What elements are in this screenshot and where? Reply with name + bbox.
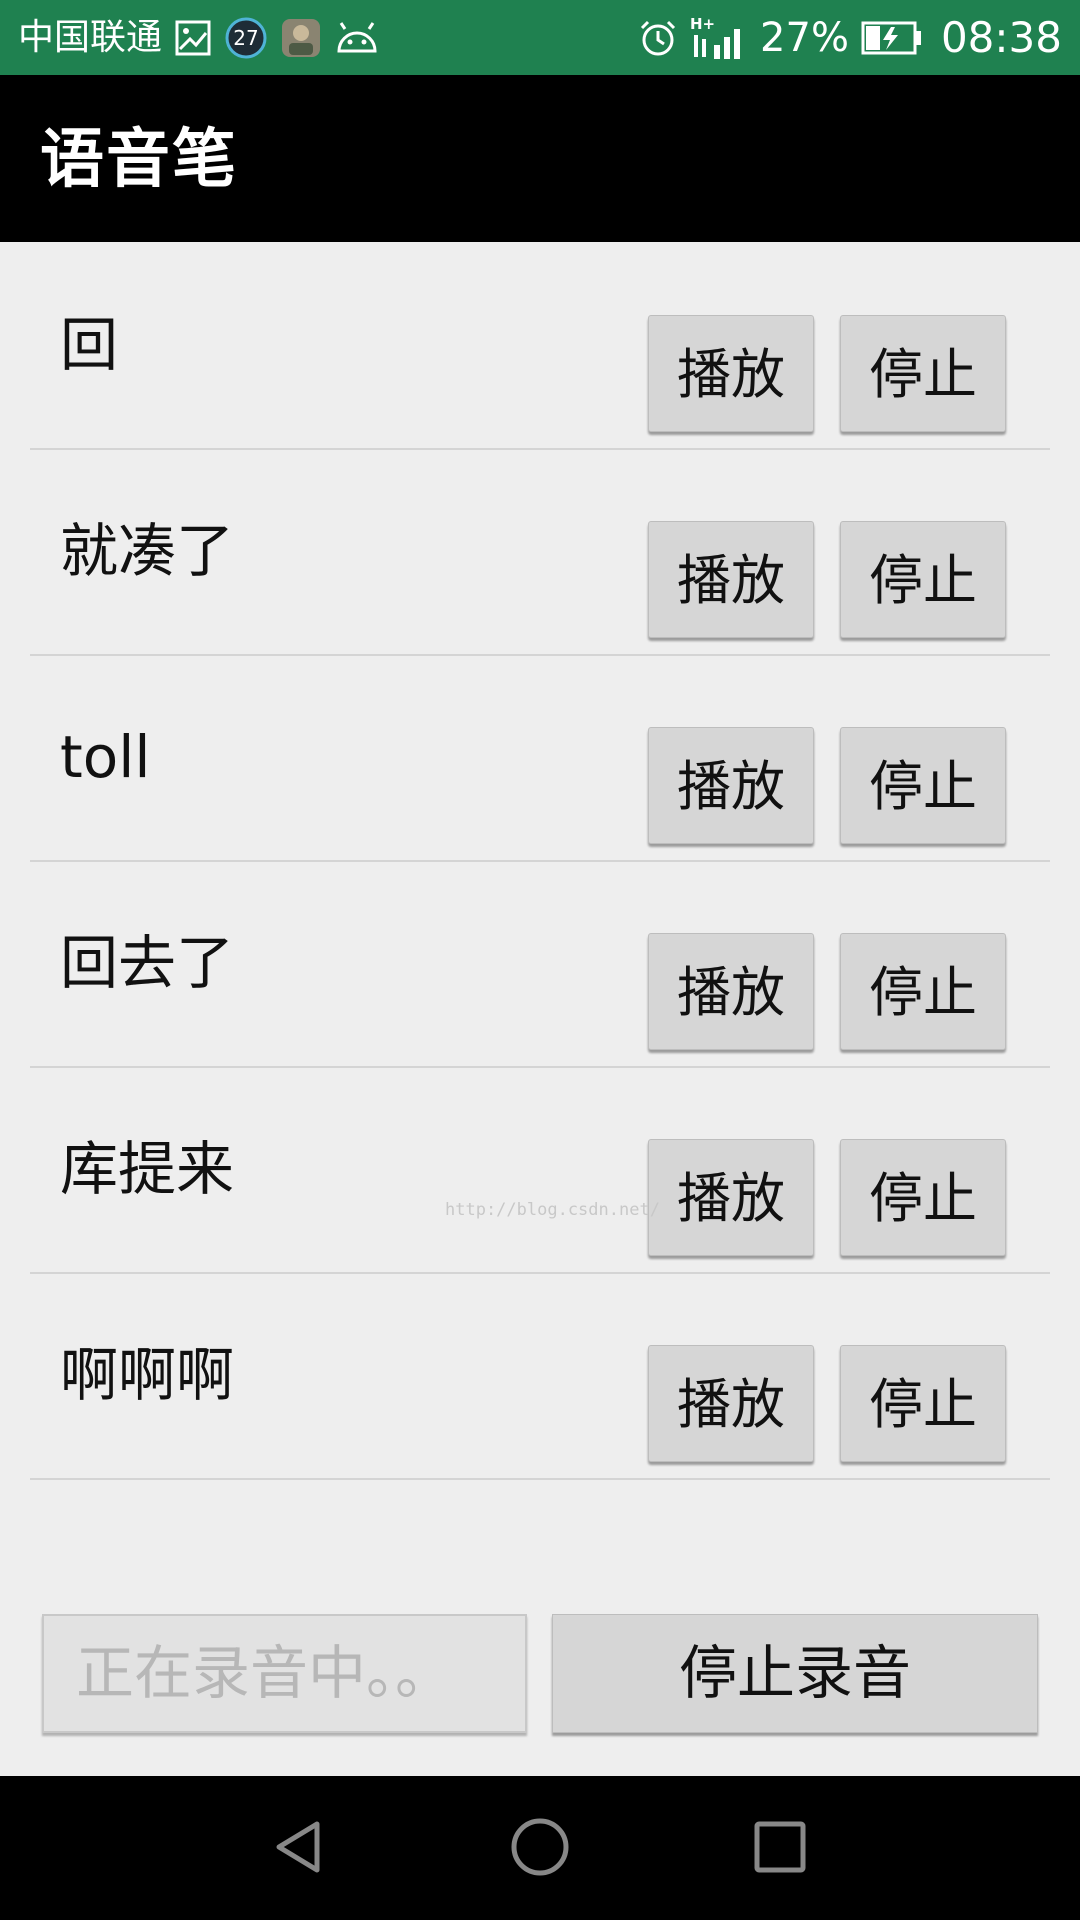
- recording-label: 就凑了: [60, 517, 235, 585]
- carrier-name: 中国联通: [18, 17, 163, 58]
- stop-button[interactable]: 停止: [840, 727, 1006, 844]
- status-bar: 中国联通 27 H+ 27% 08:38: [0, 0, 1080, 75]
- action-bar: 语音笔: [0, 75, 1080, 242]
- android-icon: [337, 21, 377, 52]
- app-title: 语音笔: [40, 123, 238, 197]
- recording-label: 回去了: [60, 929, 235, 997]
- alarm-icon: [640, 20, 676, 55]
- status-clock: 08:38: [940, 13, 1062, 62]
- list-item: 回 播放 停止: [30, 242, 1050, 450]
- recording-label: 啊啊啊: [60, 1341, 235, 1409]
- play-button[interactable]: 播放: [648, 521, 814, 638]
- recent-apps-icon[interactable]: [735, 1802, 825, 1892]
- list-item: 回去了 播放 停止: [30, 860, 1050, 1068]
- recording-label: 库提来: [60, 1135, 235, 1203]
- stop-recording-button[interactable]: 停止录音: [552, 1614, 1038, 1733]
- list-item: 就凑了 播放 停止: [30, 448, 1050, 656]
- battery-charging-icon: [861, 21, 921, 54]
- signal-icon: H+: [690, 15, 741, 59]
- play-button[interactable]: 播放: [648, 315, 814, 432]
- list-item: toll 播放 停止: [30, 654, 1050, 862]
- play-button[interactable]: 播放: [648, 727, 814, 844]
- stop-button[interactable]: 停止: [840, 1345, 1006, 1462]
- play-button[interactable]: 播放: [648, 1345, 814, 1462]
- watermark: http://blog.csdn.net/: [445, 1200, 660, 1220]
- badge-27-text: 27: [233, 26, 258, 50]
- list-item: 库提来 播放 停止: [30, 1066, 1050, 1274]
- home-icon[interactable]: [495, 1802, 585, 1892]
- back-icon[interactable]: [255, 1802, 345, 1892]
- app-screen: 中国联通 27 H+ 27% 08:38 语音笔 回 播放 停止 就凑了 播放 …: [0, 0, 1080, 1920]
- stop-button[interactable]: 停止: [840, 1139, 1006, 1256]
- status-bar-left: 中国联通 27: [18, 0, 380, 75]
- recordings-list: 回 播放 停止 就凑了 播放 停止 toll 播放 停止 回去了 播放 停止 库…: [0, 242, 1080, 1776]
- stop-button[interactable]: 停止: [840, 315, 1006, 432]
- battery-percent: 27%: [760, 14, 849, 61]
- status-bar-right: H+ 27% 08:38: [638, 0, 1062, 75]
- play-button[interactable]: 播放: [648, 933, 814, 1050]
- network-type: H+: [690, 15, 715, 33]
- gallery-icon: [175, 20, 211, 55]
- avatar-icon: [282, 18, 321, 57]
- navigation-bar: [0, 1776, 1080, 1920]
- play-button[interactable]: 播放: [648, 1139, 814, 1256]
- recording-status-field: 正在录音中。。: [42, 1614, 527, 1733]
- recording-label: toll: [60, 723, 151, 791]
- stop-button[interactable]: 停止: [840, 521, 1006, 638]
- list-item: 啊啊啊 播放 停止: [30, 1272, 1050, 1480]
- recording-label: 回: [60, 311, 119, 379]
- badge-27-icon: 27: [225, 17, 267, 58]
- stop-button[interactable]: 停止: [840, 933, 1006, 1050]
